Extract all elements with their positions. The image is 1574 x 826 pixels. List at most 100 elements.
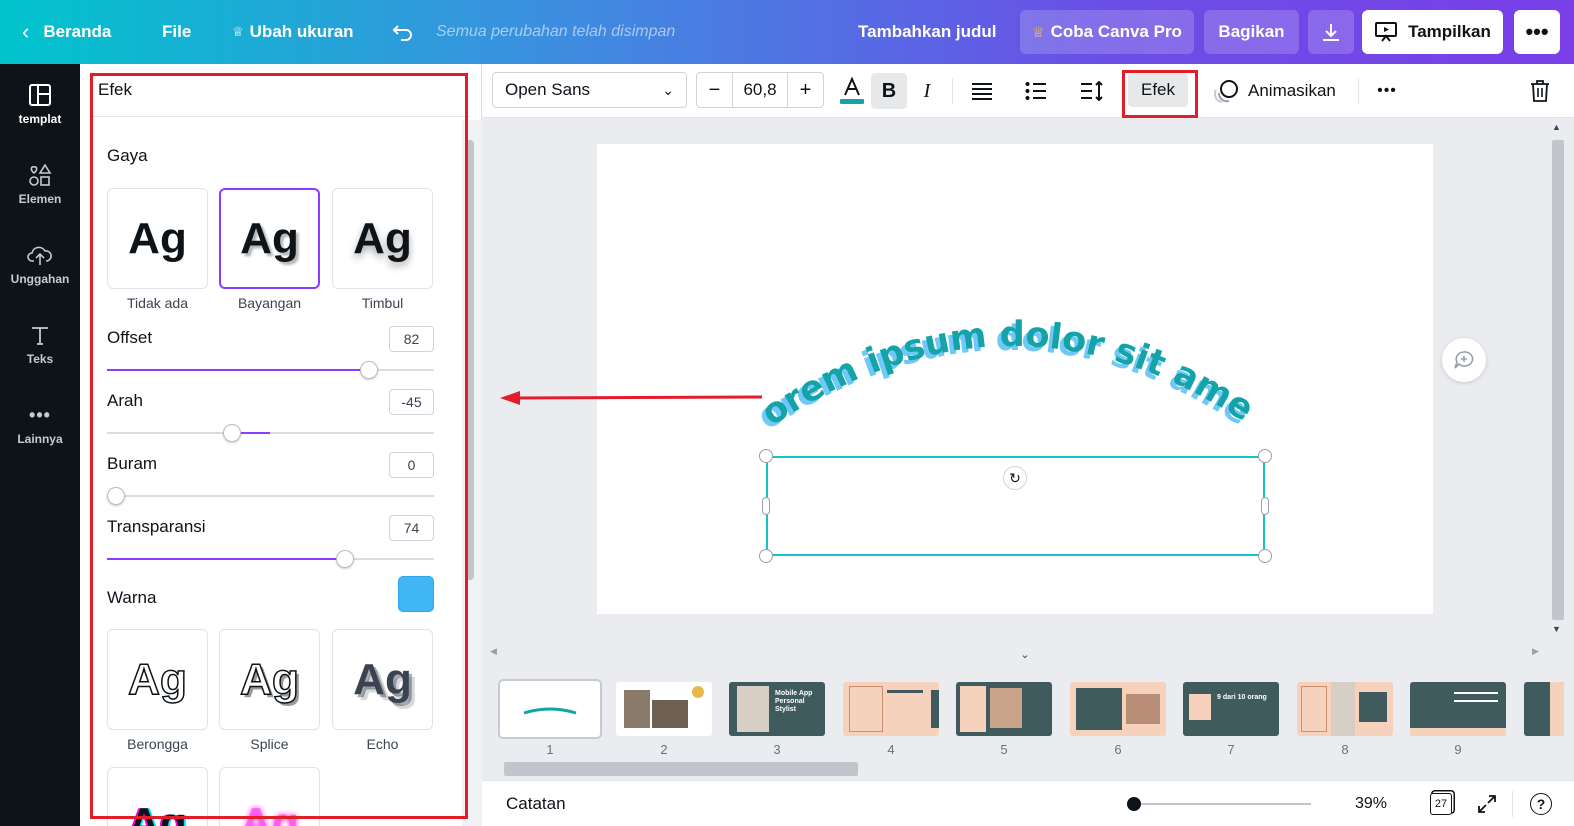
page-thumbnail-5[interactable] xyxy=(956,682,1052,736)
resize-button[interactable]: ♕ Ubah ukuran xyxy=(232,0,354,64)
offset-slider[interactable] xyxy=(107,361,434,379)
strip-left-arrow[interactable]: ◀ xyxy=(490,646,497,657)
resize-handle-top-left[interactable] xyxy=(759,449,773,463)
page-thumbnail-8[interactable] xyxy=(1297,682,1393,736)
resize-handle-bottom-left[interactable] xyxy=(759,549,773,563)
rotate-handle[interactable]: ↻ xyxy=(1003,466,1027,490)
style-card-echo[interactable]: Ag xyxy=(332,629,433,730)
panel-scrollbar-thumb[interactable] xyxy=(466,140,474,580)
direction-value-input[interactable]: -45 xyxy=(389,389,434,415)
zoom-level[interactable]: 39% xyxy=(1355,781,1387,826)
strip-scrollbar-thumb[interactable] xyxy=(504,762,858,776)
panel-scrollbar[interactable] xyxy=(462,120,482,826)
align-justify-icon xyxy=(972,83,992,100)
text-toolbar: Open Sans ⌄ − 60,8 + B I Efek Animasikan… xyxy=(482,64,1574,118)
rail-item-templates[interactable]: templat xyxy=(0,64,80,144)
style-label: Bayangan xyxy=(237,295,302,311)
zoom-slider-handle[interactable] xyxy=(1127,797,1141,811)
page-thumbnail-3[interactable]: Mobile App Personal Stylist xyxy=(729,682,825,736)
scroll-down-arrow[interactable]: ▼ xyxy=(1552,624,1561,634)
offset-value-input[interactable]: 82 xyxy=(389,326,434,352)
style-card-shadow[interactable]: Ag xyxy=(219,188,320,289)
add-title-label: Tambahkan judul xyxy=(858,22,997,41)
transparency-slider-handle[interactable] xyxy=(335,550,354,568)
help-button[interactable]: ? xyxy=(1526,789,1556,819)
transparency-value-input[interactable]: 74 xyxy=(389,515,434,541)
blur-slider[interactable] xyxy=(107,487,434,505)
page-count-button[interactable]: 27 xyxy=(1426,789,1456,819)
style-card-none[interactable]: Ag xyxy=(107,188,208,289)
delete-button[interactable] xyxy=(1522,73,1558,109)
style-card-hollow[interactable]: Ag xyxy=(107,629,208,730)
thumbnail-photo xyxy=(737,686,769,732)
bold-button[interactable]: B xyxy=(871,73,907,109)
style-sample: Ag xyxy=(239,654,299,705)
zoom-slider[interactable] xyxy=(1127,797,1311,811)
increase-font-size-button[interactable]: + xyxy=(788,73,823,107)
try-pro-button[interactable]: ♕ Coba Canva Pro xyxy=(1020,10,1194,54)
add-title-button[interactable]: Tambahkan judul xyxy=(858,0,997,64)
strip-scrollbar[interactable] xyxy=(490,762,1564,776)
style-card-neon[interactable]: Ag xyxy=(219,767,320,826)
blur-value-input[interactable]: 0 xyxy=(389,452,434,478)
file-menu-button[interactable]: File xyxy=(162,0,191,64)
rail-item-more[interactable]: ••• Lainnya xyxy=(0,384,80,464)
offset-slider-handle[interactable] xyxy=(360,361,379,379)
resize-handle-left[interactable] xyxy=(762,497,770,515)
font-family-dropdown[interactable]: Open Sans ⌄ xyxy=(492,72,687,108)
download-button[interactable] xyxy=(1308,10,1354,54)
list-button[interactable] xyxy=(1018,73,1054,109)
present-button[interactable]: Tampilkan xyxy=(1362,10,1503,54)
resize-handle-right[interactable] xyxy=(1261,497,1269,515)
blur-slider-handle[interactable] xyxy=(107,487,125,505)
spacing-button[interactable] xyxy=(1074,73,1110,109)
style-card-splice[interactable]: Ag xyxy=(219,629,320,730)
thumbnail-line xyxy=(1454,692,1498,694)
more-tools-button[interactable]: ••• xyxy=(1369,73,1405,109)
resize-handle-bottom-right[interactable] xyxy=(1258,549,1272,563)
scroll-up-arrow[interactable]: ▲ xyxy=(1552,122,1561,132)
resize-handle-top-right[interactable] xyxy=(1258,449,1272,463)
curved-text[interactable]: Lorem ipsum dolor sit amet, Lorem ipsum … xyxy=(482,118,1542,646)
rail-item-uploads[interactable]: Unggahan xyxy=(0,224,80,304)
more-options-button[interactable]: ••• xyxy=(1514,10,1560,54)
share-button[interactable]: Bagikan xyxy=(1204,10,1299,54)
font-size-input[interactable]: 60,8 xyxy=(732,73,788,107)
decrease-font-size-button[interactable]: − xyxy=(697,73,732,107)
style-card-lift[interactable]: Ag xyxy=(332,188,433,289)
rail-item-text[interactable]: Teks xyxy=(0,304,80,384)
direction-slider[interactable] xyxy=(107,424,434,442)
style-sample: Ag xyxy=(240,799,299,826)
style-label: Tidak ada xyxy=(127,295,188,311)
align-button[interactable] xyxy=(964,73,1000,109)
italic-button[interactable]: I xyxy=(909,73,945,109)
page-thumbnail-10[interactable] xyxy=(1524,682,1564,736)
chevron-down-icon: ⌄ xyxy=(1020,648,1030,661)
page-thumbnail-4[interactable] xyxy=(843,682,939,736)
strip-right-arrow[interactable]: ▶ xyxy=(1532,646,1539,657)
direction-slider-handle[interactable] xyxy=(222,424,241,442)
divider xyxy=(1512,791,1513,817)
thumbnail-frame xyxy=(849,686,883,732)
animate-button[interactable]: Animasikan xyxy=(1214,73,1336,109)
page-thumbnail-2[interactable] xyxy=(616,682,712,736)
notes-button[interactable]: Catatan xyxy=(506,781,566,826)
fullscreen-button[interactable] xyxy=(1472,789,1502,819)
transparency-slider[interactable] xyxy=(107,550,434,568)
style-card-glitch[interactable]: Ag xyxy=(107,767,208,826)
add-comment-button[interactable] xyxy=(1442,338,1486,382)
home-button[interactable]: ‹ Beranda xyxy=(22,0,111,64)
page-thumbnail-6[interactable] xyxy=(1070,682,1166,736)
font-size-control: − 60,8 + xyxy=(696,72,824,108)
page-thumbnail-7[interactable]: 9 dari 10 orang xyxy=(1183,682,1279,736)
page-thumbnail-9[interactable] xyxy=(1410,682,1506,736)
effects-button[interactable]: Efek xyxy=(1128,73,1188,107)
canvas-scrollbar-thumb[interactable] xyxy=(1552,140,1564,620)
canvas-scrollbar[interactable]: ▲ ▼ xyxy=(1548,118,1568,646)
collapse-pages-button[interactable]: ⌄ xyxy=(987,646,1063,662)
page-thumbnail-1[interactable] xyxy=(498,679,602,739)
undo-button[interactable] xyxy=(392,0,414,64)
text-color-button[interactable] xyxy=(834,73,870,109)
rail-item-elements[interactable]: Elemen xyxy=(0,144,80,224)
shadow-color-swatch[interactable] xyxy=(398,576,434,612)
